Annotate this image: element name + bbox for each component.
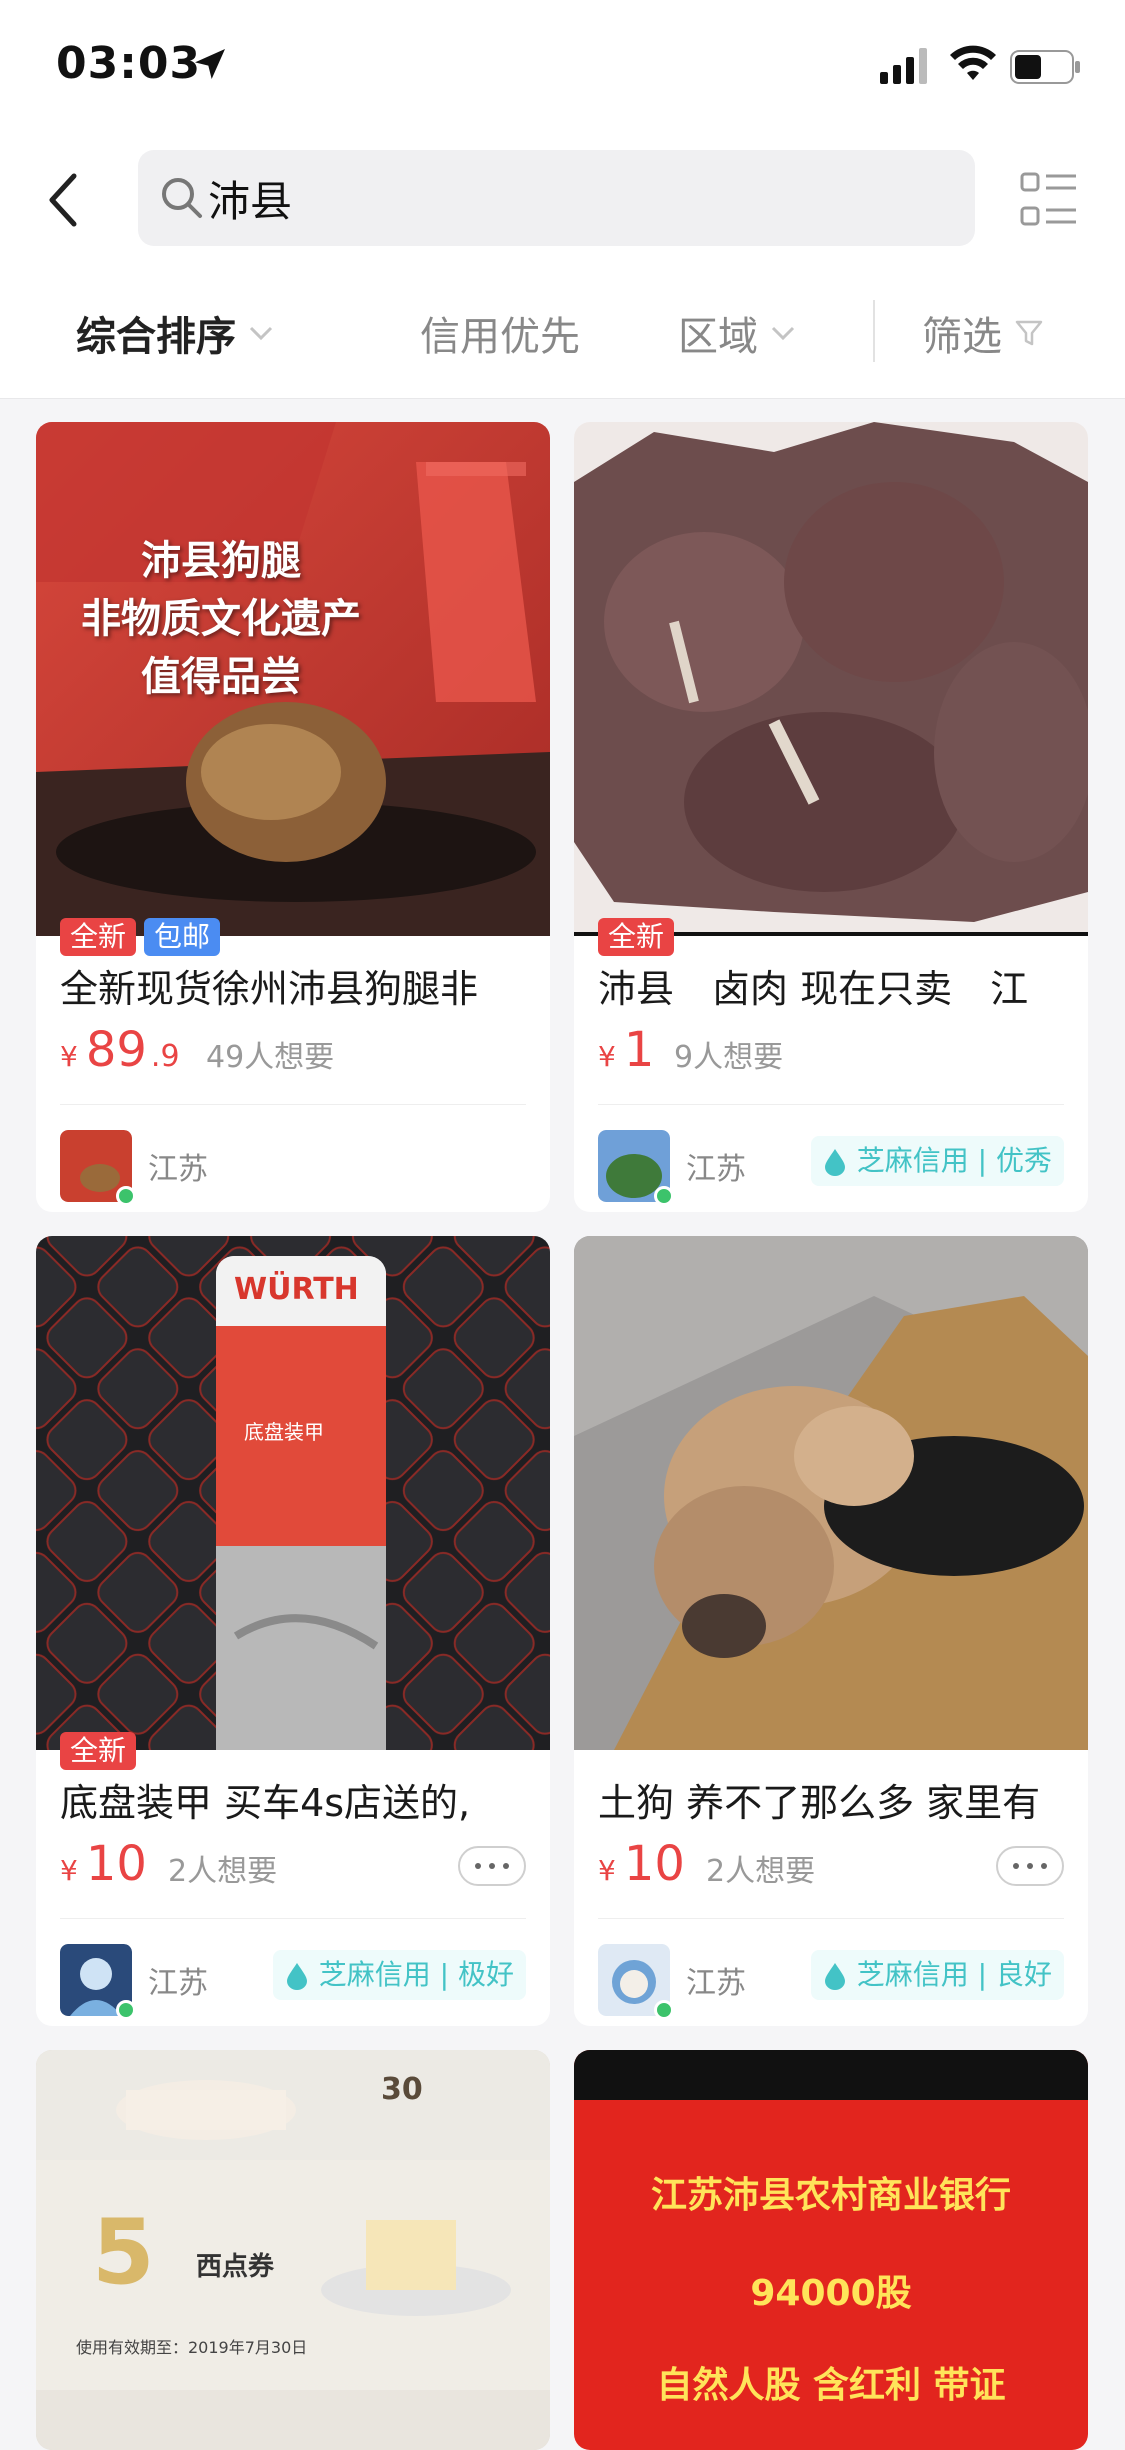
currency-symbol: ¥ — [598, 1854, 616, 1887]
want-count: 2人想要 — [706, 1854, 816, 1889]
product-title: 土狗 养不了那么多 家里有 — [598, 1781, 1041, 1825]
product-title: 沛县 卤肉 现在只卖 江 — [598, 967, 1029, 1011]
seller-region: 江苏 — [686, 1966, 746, 2001]
image-text-line: 值得品尝 — [141, 654, 301, 700]
coupon-amount-text: 5 — [92, 2200, 155, 2305]
online-indicator — [654, 2000, 674, 2020]
online-indicator — [116, 1186, 136, 1206]
tag-new: 全新 — [598, 918, 675, 956]
coupon-expiry-text: 使用有效期至：2019年7月30日 — [76, 2338, 308, 2357]
price-integer: 10 — [623, 1836, 685, 1892]
chevron-down-icon — [249, 326, 273, 341]
credit-text: 芝麻信用 | 良好 — [856, 1958, 1052, 1991]
product-card[interactable]: WÜRTH 底盘装甲 全新 底盘装甲 买车4s店送的, ¥ 10 2人想要 江苏… — [36, 1236, 550, 2026]
search-query: 沛县 — [208, 177, 293, 226]
product-image — [36, 1236, 550, 1750]
online-indicator — [116, 2000, 136, 2020]
image-overlay-text: 沛县狗腿 非物质文化遗产 值得品尝 — [36, 532, 406, 706]
image-text-line: 94000股 — [750, 2273, 912, 2314]
product-card[interactable]: 沛县狗腿 非物质文化遗产 值得品尝 全新 包邮 全新现货徐州沛县狗腿非 ¥ 89… — [36, 422, 550, 1212]
filter-label: 筛选 — [922, 314, 1002, 360]
sort-filter[interactable]: 综合排序 — [76, 304, 274, 362]
want-count: 2人想要 — [168, 1854, 278, 1889]
product-card[interactable]: 全新 沛县 卤肉 现在只卖 江 ¥ 1 9人想要 江苏 芝麻信用 | 优秀 — [574, 422, 1088, 1212]
more-options-button[interactable] — [458, 1846, 526, 1886]
divider — [60, 1918, 526, 1919]
region-label: 区域 — [678, 314, 758, 360]
region-filter[interactable]: 区域 — [678, 304, 796, 362]
credit-first-filter[interactable]: 信用优先 — [420, 304, 580, 362]
image-text-line: 江苏沛县农村商业银行 — [650, 2175, 1011, 2216]
battery-icon — [1010, 50, 1080, 84]
coupon-label-text: 西点券 — [196, 2252, 275, 2282]
sesame-credit-icon — [824, 1963, 845, 1990]
want-count: 9人想要 — [674, 1040, 784, 1075]
credit-badge: 芝麻信用 | 良好 — [810, 1950, 1064, 2000]
search-header: 沛县 — [0, 140, 1125, 260]
product-card[interactable]: 土狗 养不了那么多 家里有 ¥ 10 2人想要 江苏 芝麻信用 | 良好 — [574, 1236, 1088, 2026]
funnel-icon — [1015, 320, 1043, 346]
online-indicator — [654, 1186, 674, 1206]
image-brand-text: WÜRTH — [234, 1272, 359, 1307]
credit-first-label: 信用优先 — [420, 314, 580, 360]
currency-symbol: ¥ — [60, 1040, 78, 1073]
image-text-line: 非物质文化遗产 — [81, 596, 361, 642]
sesame-credit-icon — [824, 1149, 845, 1176]
currency-symbol: ¥ — [598, 1040, 616, 1073]
search-input[interactable]: 沛县 — [138, 150, 975, 246]
product-card[interactable]: 30 5 西点券 使用有效期至：2019年7月30日 — [36, 2050, 550, 2450]
search-icon — [162, 178, 202, 218]
status-bar: 03:03 — [0, 0, 1125, 140]
sort-label: 综合排序 — [76, 314, 236, 360]
image-product-text: 底盘装甲 — [244, 1420, 324, 1444]
status-time: 03:03 — [56, 38, 202, 89]
price-decimal: .9 — [150, 1039, 180, 1074]
price: ¥ 1 — [598, 1022, 654, 1078]
tag-new: 全新 — [60, 1732, 137, 1770]
want-count: 49人想要 — [206, 1040, 335, 1075]
product-image — [574, 1236, 1088, 1750]
price-integer: 1 — [623, 1022, 655, 1078]
product-title: 底盘装甲 买车4s店送的, — [60, 1781, 471, 1825]
tag-new: 全新 — [60, 918, 137, 956]
chevron-down-icon — [771, 326, 795, 341]
wifi-icon — [950, 45, 996, 80]
product-image — [574, 422, 1088, 936]
seller-region: 江苏 — [148, 1152, 208, 1187]
credit-text: 芝麻信用 | 优秀 — [856, 1144, 1052, 1177]
back-arrow-icon[interactable] — [40, 168, 84, 232]
image-text-line: 沛县狗腿 — [141, 538, 301, 584]
tag-free-shipping: 包邮 — [144, 918, 221, 956]
seller-region: 江苏 — [686, 1152, 746, 1187]
filter-button[interactable]: 筛选 — [922, 304, 1044, 362]
more-options-button[interactable] — [996, 1846, 1064, 1886]
product-title: 全新现货徐州沛县狗腿非 — [60, 967, 479, 1011]
price: ¥ 10 — [598, 1836, 685, 1892]
sesame-credit-icon — [286, 1963, 307, 1990]
image-text-line: 自然人股 含红利 带证 — [656, 2365, 1006, 2406]
signal-icon — [880, 48, 927, 84]
divider — [598, 1918, 1064, 1919]
coupon-value-text: 30 — [381, 2072, 423, 2107]
credit-text: 芝麻信用 | 极好 — [318, 1958, 514, 1991]
divider — [60, 1104, 526, 1105]
price-integer: 89 — [85, 1022, 147, 1078]
price: ¥ 89 .9 — [60, 1022, 180, 1078]
filter-divider — [873, 300, 875, 362]
divider — [598, 1104, 1064, 1105]
price: ¥ 10 — [60, 1836, 147, 1892]
currency-symbol: ¥ — [60, 1854, 78, 1887]
filter-bar: 综合排序 信用优先 区域 筛选 — [0, 260, 1125, 399]
credit-badge: 芝麻信用 | 极好 — [272, 1950, 526, 2000]
price-integer: 10 — [85, 1836, 147, 1892]
seller-region: 江苏 — [148, 1966, 208, 2001]
product-card[interactable]: 江苏沛县农村商业银行 94000股 自然人股 含红利 带证 — [574, 2050, 1088, 2450]
credit-badge: 芝麻信用 | 优秀 — [810, 1136, 1064, 1186]
location-arrow-icon — [195, 49, 225, 79]
list-view-toggle-icon[interactable] — [1020, 170, 1078, 228]
